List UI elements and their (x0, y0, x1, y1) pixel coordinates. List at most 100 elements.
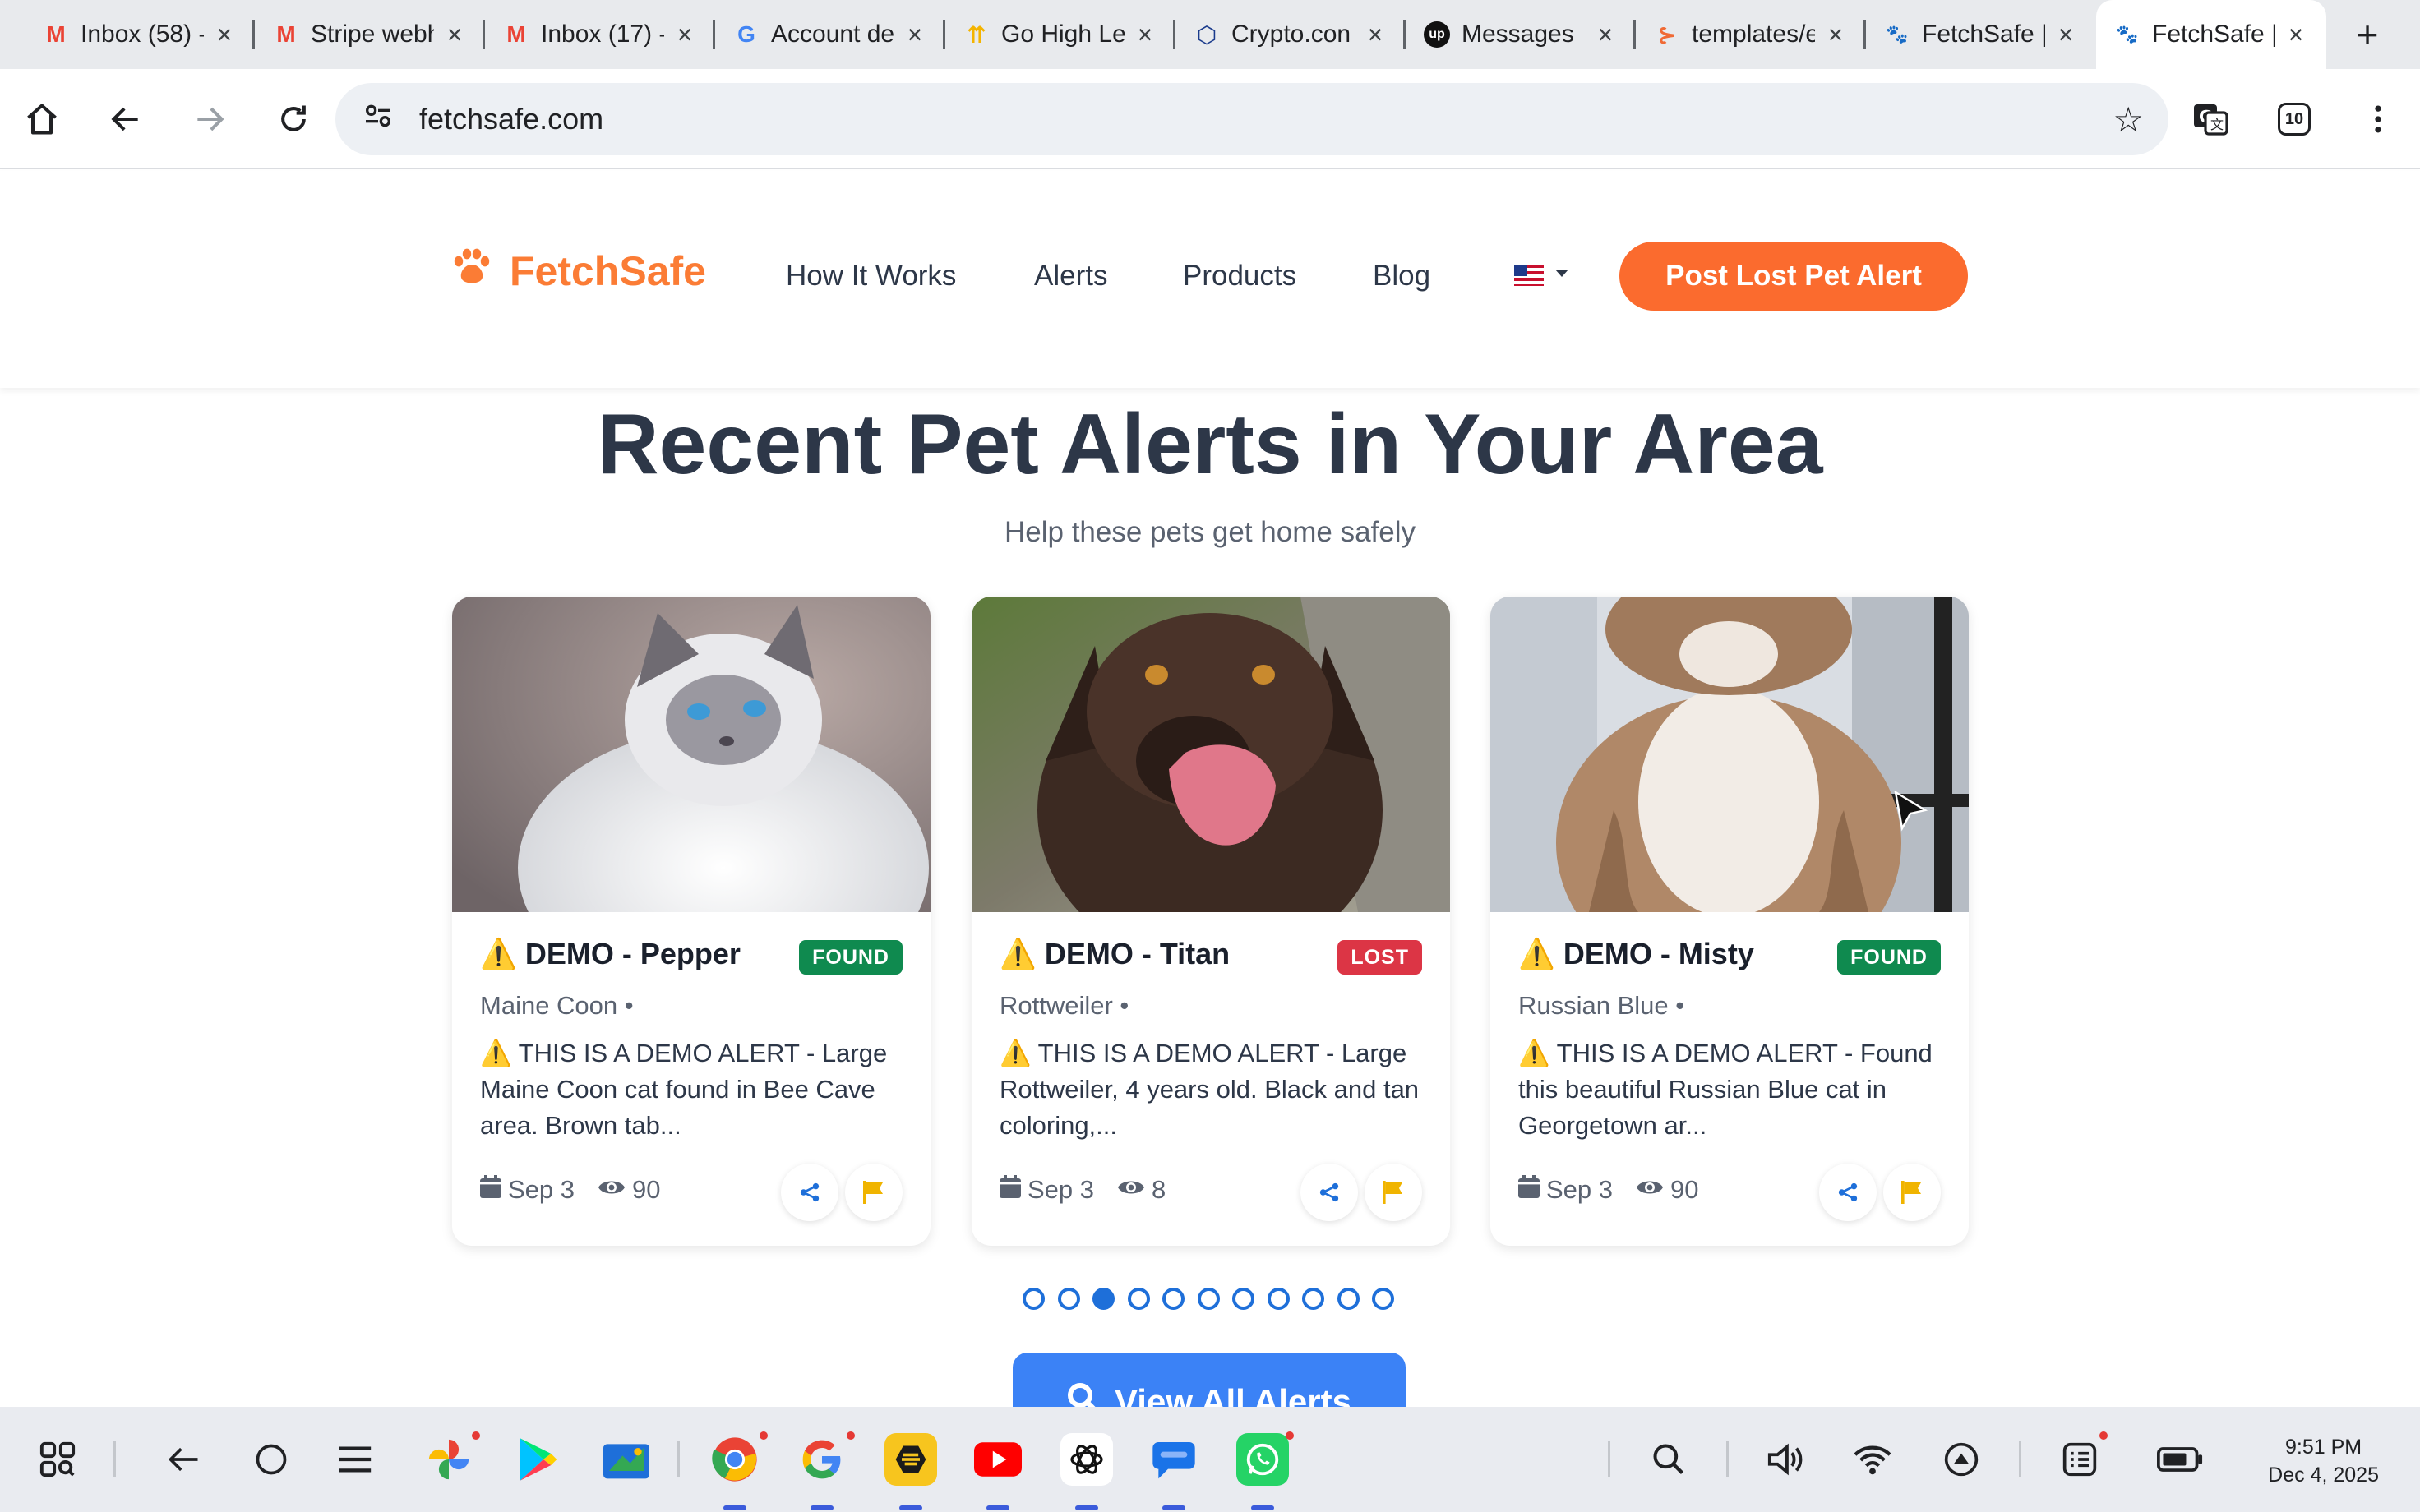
carousel-dot[interactable] (1162, 1288, 1185, 1310)
taskbar-divider (2019, 1441, 2021, 1477)
carousel-dot[interactable] (1023, 1288, 1045, 1310)
play-store-icon[interactable] (511, 1433, 564, 1486)
clock-date: Dec 4, 2025 (2268, 1464, 2379, 1487)
browser-tab[interactable]: ⬡ Crypto.con × (1175, 0, 1406, 69)
share-button[interactable] (1819, 1164, 1877, 1221)
quick-settings-icon[interactable] (1933, 1431, 1989, 1487)
close-tab-icon[interactable]: × (1363, 20, 1388, 49)
tab-label: Messages (1462, 21, 1574, 48)
close-tab-icon[interactable]: × (903, 20, 927, 49)
pet-name: ⚠️ DEMO - Pepper (480, 937, 741, 970)
pet-name: ⚠️ DEMO - Titan (1000, 937, 1231, 970)
battery-icon[interactable] (2152, 1431, 2208, 1487)
pet-name: ⚠️ DEMO - Misty (1518, 937, 1754, 970)
back-nav-icon[interactable] (156, 1431, 212, 1487)
crypto-icon: ⬡ (1196, 21, 1217, 48)
browser-tab-active[interactable]: 🐾 FetchSafe | × (2096, 0, 2326, 69)
close-tab-icon[interactable]: × (672, 20, 697, 49)
pet-alert-card[interactable]: ⚠️ DEMO - Misty FOUND Russian Blue • ⚠️ … (1490, 597, 1969, 1246)
report-flag-button[interactable] (1365, 1164, 1422, 1221)
carousel-dot[interactable] (1232, 1288, 1254, 1310)
nav-blog[interactable]: Blog (1373, 260, 1430, 293)
carousel-dot[interactable] (1302, 1288, 1324, 1310)
google-photos-icon[interactable] (423, 1433, 475, 1486)
close-tab-icon[interactable]: × (1593, 20, 1618, 49)
google-app-icon[interactable] (796, 1433, 848, 1486)
bookmark-star-icon[interactable]: ☆ (2113, 99, 2144, 140)
close-tab-icon[interactable]: × (212, 20, 237, 49)
tab-label: Go High Le (1001, 21, 1125, 48)
forward-icon[interactable] (181, 90, 238, 148)
home-nav-icon[interactable] (243, 1431, 299, 1487)
browser-tab[interactable]: M Inbox (58) - × (25, 0, 255, 69)
new-tab-icon[interactable]: + (2335, 0, 2400, 69)
browser-tab[interactable]: M Inbox (17) - × (485, 0, 715, 69)
close-tab-icon[interactable]: × (2284, 20, 2308, 49)
view-count: 90 (632, 1175, 661, 1204)
whatsapp-icon[interactable] (1236, 1433, 1289, 1486)
nav-how-it-works[interactable]: How It Works (786, 260, 956, 293)
nav-alerts[interactable]: Alerts (1034, 260, 1107, 293)
notes-icon[interactable] (2052, 1431, 2108, 1487)
reload-icon[interactable] (265, 90, 322, 148)
wifi-icon[interactable] (1845, 1431, 1900, 1487)
back-icon[interactable] (97, 90, 155, 148)
post-lost-pet-alert-button[interactable]: Post Lost Pet Alert (1619, 242, 1968, 311)
bumble-app-icon[interactable] (884, 1433, 937, 1486)
translate-icon[interactable]: G文 (2182, 90, 2239, 148)
search-icon[interactable] (1641, 1431, 1697, 1487)
system-clock[interactable]: 9:51 PM Dec 4, 2025 (2268, 1433, 2379, 1489)
chatgpt-icon[interactable] (1060, 1433, 1113, 1486)
carousel-dot[interactable] (1372, 1288, 1394, 1310)
site-header: FetchSafe How It Works Alerts Products B… (0, 171, 2420, 388)
chevron-down-icon[interactable] (1555, 270, 1568, 277)
carousel-dot[interactable] (1337, 1288, 1360, 1310)
site-settings-icon[interactable] (362, 99, 395, 140)
files-app-icon[interactable] (600, 1433, 653, 1486)
close-tab-icon[interactable]: × (1133, 20, 1157, 49)
running-indicator (1251, 1505, 1274, 1510)
carousel-dot[interactable] (1127, 1288, 1150, 1310)
browser-toolbar: fetchsafe.com ☆ G文 10 (0, 69, 2420, 169)
browser-tab[interactable]: ⊱ templates/e × (1636, 0, 1866, 69)
menu-dots-icon[interactable] (2349, 90, 2407, 148)
youtube-icon[interactable] (972, 1433, 1024, 1486)
eye-icon (1117, 1176, 1145, 1204)
close-tab-icon[interactable]: × (2053, 20, 2078, 49)
share-button[interactable] (781, 1164, 838, 1221)
carousel-dot[interactable] (1092, 1288, 1115, 1310)
running-indicator (1075, 1505, 1098, 1510)
address-bar[interactable]: fetchsafe.com ☆ (335, 83, 2168, 155)
extension-icon[interactable]: 10 (2265, 90, 2323, 148)
brand-name: FetchSafe (510, 248, 706, 294)
close-tab-icon[interactable]: × (1823, 20, 1848, 49)
browser-tab[interactable]: up Messages × (1406, 0, 1636, 69)
browser-tab[interactable]: ⇈ Go High Le × (945, 0, 1175, 69)
browser-tab[interactable]: G Account de × (715, 0, 945, 69)
nav-products[interactable]: Products (1183, 260, 1296, 293)
notification-dot (1286, 1431, 1294, 1440)
close-tab-icon[interactable]: × (442, 20, 467, 49)
share-button[interactable] (1300, 1164, 1358, 1221)
chrome-icon[interactable] (709, 1433, 761, 1486)
browser-tab[interactable]: 🐾 FetchSafe | × (1866, 0, 2096, 69)
status-badge: LOST (1337, 940, 1422, 975)
browser-tab[interactable]: M Stripe webh × (255, 0, 485, 69)
carousel-dot[interactable] (1057, 1288, 1080, 1310)
pet-alert-card[interactable]: ⚠️ DEMO - Pepper FOUND Maine Coon • ⚠️ T… (452, 597, 931, 1246)
messages-icon[interactable] (1148, 1433, 1200, 1486)
app-launcher-icon[interactable] (30, 1431, 85, 1487)
report-flag-button[interactable] (845, 1164, 903, 1221)
overview-nav-icon[interactable] (327, 1431, 383, 1487)
pet-alert-card[interactable]: ⚠️ DEMO - Titan LOST Rottweiler • ⚠️ THI… (972, 597, 1450, 1246)
carousel-dot[interactable] (1267, 1288, 1290, 1310)
report-flag-button[interactable] (1883, 1164, 1941, 1221)
us-flag-icon[interactable] (1514, 265, 1544, 286)
home-icon[interactable] (13, 90, 71, 148)
alert-date: Sep 3 (1546, 1175, 1614, 1204)
site-logo[interactable]: FetchSafe (450, 247, 706, 296)
running-indicator (986, 1505, 1009, 1510)
volume-icon[interactable] (1757, 1431, 1813, 1487)
carousel-dot[interactable] (1197, 1288, 1220, 1310)
tab-label: Inbox (58) - (81, 21, 204, 48)
